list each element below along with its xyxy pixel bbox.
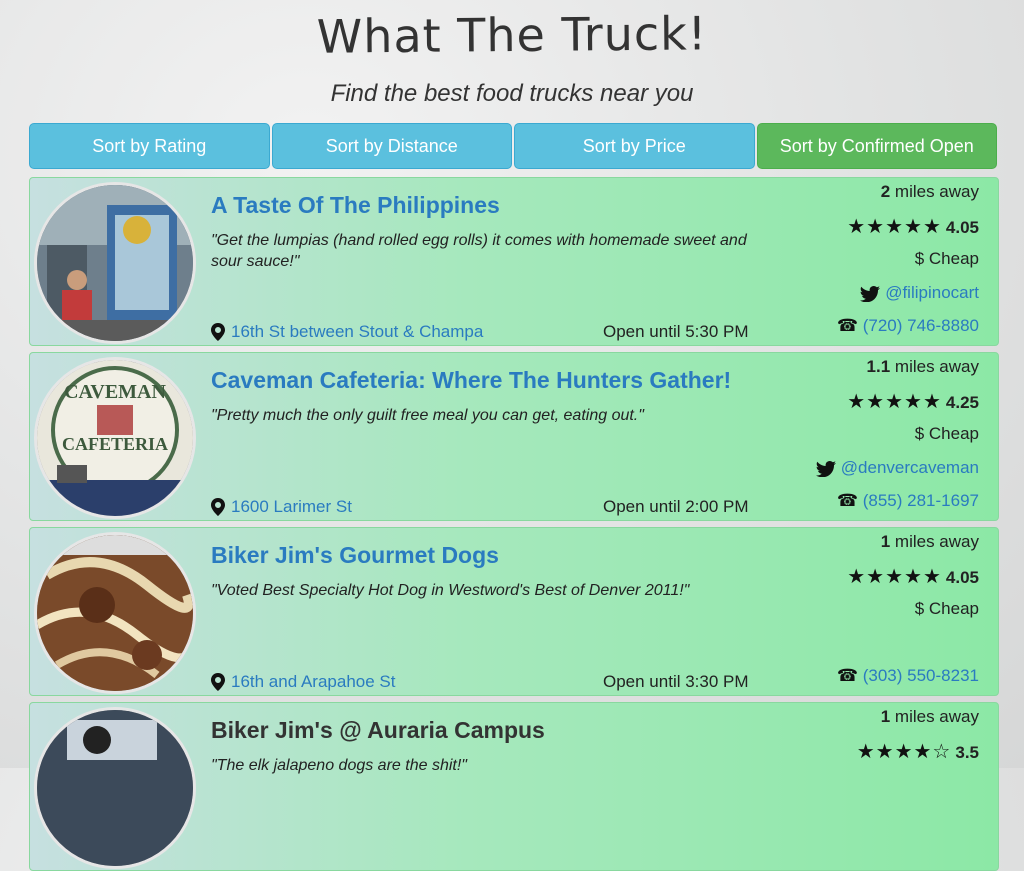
truck-quote: "The elk jalapeno dogs are the shit!" [211,757,467,774]
rating-value: 3.5 [955,743,979,762]
truck-card: A Taste Of The Philippines "Get the lump… [29,177,999,346]
rating: ★★★★☆ 3.5 [857,739,979,764]
phone-link[interactable]: ☎ (720) 746-8880 [837,316,979,336]
truck-name-link[interactable]: Caveman Cafeteria: Where The Hunters Gat… [211,367,731,394]
twitter-icon [860,285,881,302]
map-pin-icon [211,323,225,341]
phone-icon: ☎ [836,491,858,510]
distance-value: 1 [880,532,891,551]
truck-photo [34,182,196,344]
distance: 1 miles away [881,532,979,552]
truck-photo [34,707,196,869]
phone-number: (855) 281-1697 [862,491,979,510]
rating: ★★★★★ 4.05 [847,564,979,589]
phone-link[interactable]: ☎ (303) 550-8231 [837,666,979,686]
truck-card: Biker Jim's Gourmet Dogs "Voted Best Spe… [29,527,999,696]
truck-address-link[interactable]: 1600 Larimer St [211,497,352,517]
address-text: 16th and Arapahoe St [231,672,396,691]
twitter-icon [816,460,837,477]
truck-card: CAVEMAN CAFETERIA Caveman Cafeteria: Whe… [29,352,999,521]
sort-by-price-button[interactable]: Sort by Price [514,123,755,169]
page-subtitle: Find the best food trucks near you [330,80,694,107]
rating: ★★★★★ 4.25 [847,389,979,414]
map-pin-icon [211,498,225,516]
truck-card: Biker Jim's @ Auraria Campus "The elk ja… [29,702,999,871]
rating-value: 4.05 [945,568,979,587]
distance-value: 1.1 [866,357,891,376]
sort-toolbar: Sort by Rating Sort by Distance Sort by … [29,123,997,169]
rating-value: 4.05 [945,218,979,237]
phone-icon: ☎ [836,666,858,685]
twitter-link[interactable]: @denvercaveman [816,458,979,478]
distance-value: 1 [880,707,891,726]
twitter-link[interactable]: @filipinocart [860,283,979,303]
distance: 1.1 miles away [867,357,979,377]
distance-value: 2 [880,182,891,201]
price-level: $ Cheap [914,424,979,443]
open-hours: Open until 5:30 PM [603,322,749,341]
price-level: $ Cheap [914,599,979,618]
distance: 2 miles away [881,182,979,202]
sort-by-confirmed-open-button[interactable]: Sort by Confirmed Open [756,123,997,169]
distance-unit: miles away [894,182,979,201]
twitter-handle: @filipinocart [885,283,979,302]
truck-address-link[interactable]: 16th and Arapahoe St [211,672,395,692]
truck-quote: "Voted Best Specialty Hot Dog in Westwor… [211,582,690,599]
truck-name-link[interactable]: Biker Jim's Gourmet Dogs [211,542,499,569]
phone-link[interactable]: ☎ (855) 281-1697 [837,491,979,511]
truck-photo [34,532,196,694]
rating: ★★★★★ 4.05 [847,214,979,239]
distance-unit: miles away [894,357,979,376]
distance-unit: miles away [894,532,979,551]
truck-quote: "Pretty much the only guilt free meal yo… [211,407,644,424]
phone-number: (720) 746-8880 [862,316,979,335]
star-rating-icon: ★★★★☆ [856,741,952,763]
phone-number: (303) 550-8231 [862,666,979,685]
svg-text:CAVEMAN: CAVEMAN [64,381,166,403]
truck-name-link[interactable]: Biker Jim's @ Auraria Campus [211,717,545,744]
map-pin-icon [211,673,225,691]
distance-unit: miles away [894,707,979,726]
rating-value: 4.25 [945,393,979,412]
phone-icon: ☎ [836,316,858,335]
truck-photo: CAVEMAN CAFETERIA [34,357,196,519]
distance: 1 miles away [881,707,979,727]
address-text: 16th St between Stout & Champa [231,322,484,341]
sort-by-rating-button[interactable]: Sort by Rating [29,123,270,169]
open-hours: Open until 2:00 PM [603,497,749,516]
truck-address-link[interactable]: 16th St between Stout & Champa [211,322,483,342]
svg-text:CAFETERIA: CAFETERIA [62,434,168,454]
star-rating-icon: ★★★★★ [847,391,942,413]
address-text: 1600 Larimer St [231,497,352,516]
open-hours: Open until 3:30 PM [603,672,749,691]
twitter-handle: @denvercaveman [840,458,979,477]
truck-quote: "Get the lumpias (hand rolled egg rolls)… [211,232,747,270]
page-title: What The Truck! [316,6,708,64]
star-rating-icon: ★★★★★ [847,216,942,238]
star-rating-icon: ★★★★★ [847,566,942,588]
price-level: $ Cheap [914,249,979,268]
sort-by-distance-button[interactable]: Sort by Distance [271,123,512,169]
truck-name-link[interactable]: A Taste Of The Philippines [211,192,500,219]
